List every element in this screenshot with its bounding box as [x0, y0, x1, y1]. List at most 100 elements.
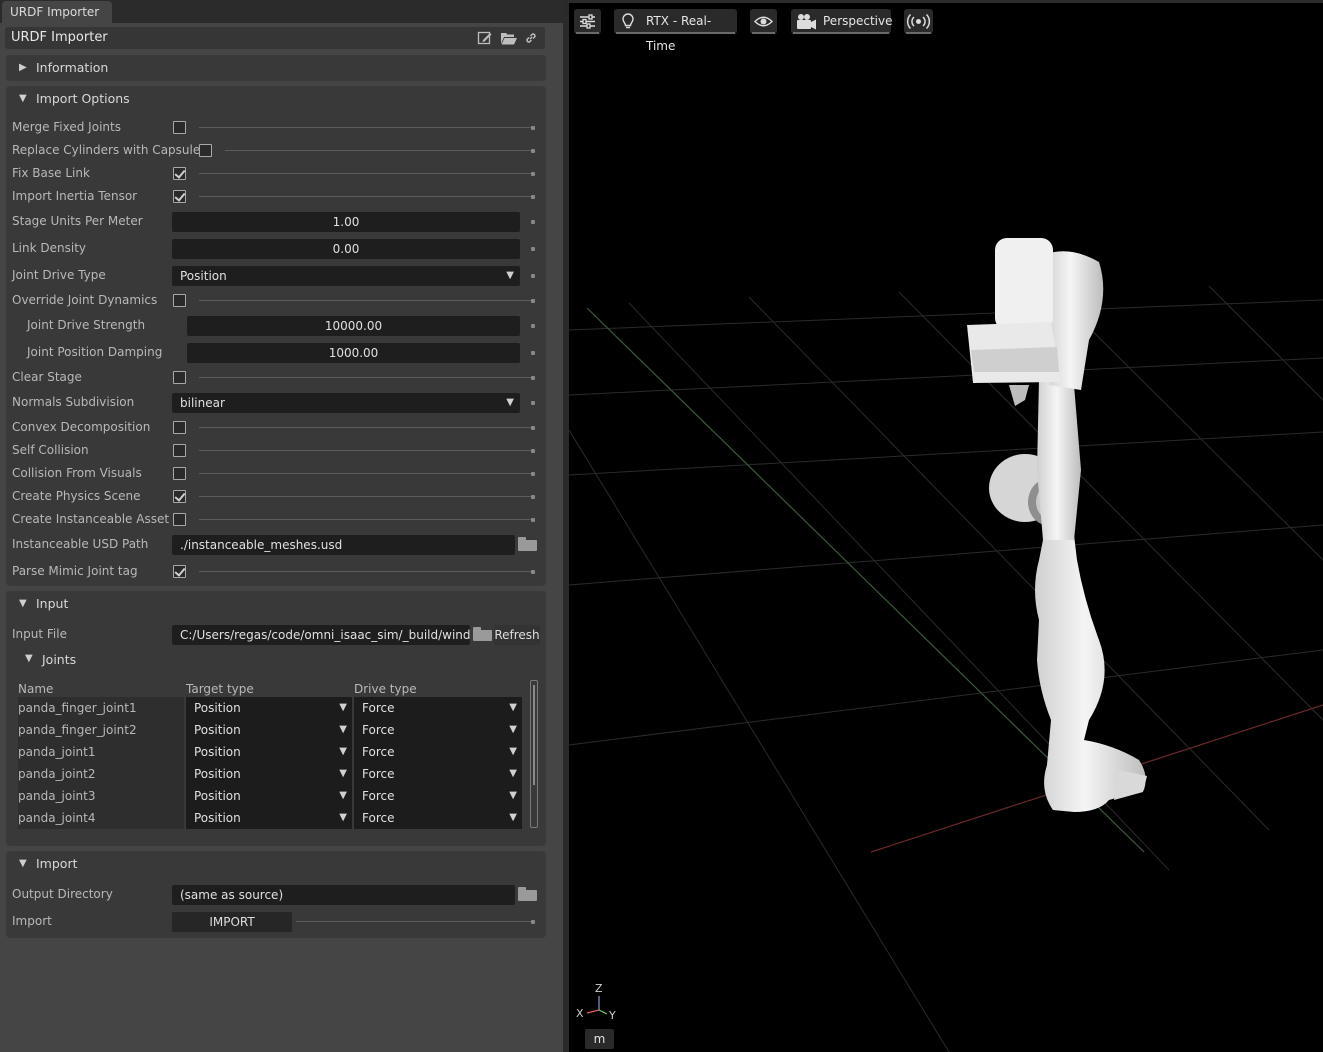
- reset-dot-icon[interactable]: [531, 126, 535, 130]
- reset-dot-icon[interactable]: [531, 149, 535, 153]
- folder-icon[interactable]: [473, 627, 492, 641]
- divider: [199, 427, 532, 428]
- reset-dot-icon[interactable]: [531, 324, 535, 328]
- import-inertia-checkbox[interactable]: [173, 190, 186, 203]
- target-type-dropdown[interactable]: Position ▼: [186, 719, 352, 741]
- create-instanceable-checkbox[interactable]: [173, 513, 186, 526]
- create-physics-scene-checkbox[interactable]: [173, 490, 186, 503]
- edit-icon[interactable]: [476, 29, 494, 47]
- divider: [225, 150, 532, 151]
- self-collision-label: Self Collision: [12, 443, 89, 457]
- target-type-dropdown[interactable]: Position ▼: [186, 763, 352, 785]
- target-type-value: Position: [194, 701, 241, 715]
- reset-dot-icon[interactable]: [531, 426, 535, 430]
- broadcast-icon: [906, 13, 931, 30]
- joints-scrollbar[interactable]: [530, 680, 538, 828]
- divider: [296, 921, 532, 922]
- 3d-viewport[interactable]: Z X Y RTX - Real-Time Perspective m: [569, 0, 1323, 1052]
- joints-subheader[interactable]: ▼ Joints: [6, 649, 546, 671]
- convex-decomposition-checkbox[interactable]: [173, 421, 186, 434]
- link-icon[interactable]: [522, 29, 540, 47]
- live-sync-button[interactable]: [904, 9, 933, 34]
- replace-cylinders-checkbox[interactable]: [199, 144, 212, 157]
- refresh-button[interactable]: Refresh: [494, 625, 540, 645]
- override-dynamics-checkbox[interactable]: [173, 294, 186, 307]
- self-collision-checkbox[interactable]: [173, 444, 186, 457]
- reset-dot-icon[interactable]: [531, 376, 535, 380]
- joint-drive-type-dropdown[interactable]: Position ▼: [172, 266, 520, 286]
- reset-dot-icon[interactable]: [531, 172, 535, 176]
- collision-from-visuals-checkbox[interactable]: [173, 467, 186, 480]
- camera-button[interactable]: Perspective: [791, 9, 893, 34]
- dropdown-arrow-icon: ▼: [339, 724, 347, 735]
- tab-bar: URDF Importer: [0, 0, 563, 23]
- divider: [199, 496, 532, 497]
- stage-units-row: Stage Units Per Meter 1.00: [6, 210, 546, 233]
- drive-type-dropdown[interactable]: Force ▼: [354, 719, 522, 741]
- information-header[interactable]: ▶ Information: [6, 55, 546, 81]
- reset-dot-icon[interactable]: [531, 220, 535, 224]
- drive-type-dropdown[interactable]: Force ▼: [354, 785, 522, 807]
- normals-subdivision-dropdown[interactable]: bilinear ▼: [172, 393, 520, 413]
- visibility-button[interactable]: [750, 9, 777, 34]
- reset-dot-icon[interactable]: [531, 570, 535, 574]
- drive-type-value: Force: [362, 767, 395, 781]
- button-underline: [793, 32, 889, 34]
- reset-dot-icon[interactable]: [531, 495, 535, 499]
- reset-dot-icon[interactable]: [531, 401, 535, 405]
- merge-fixed-joints-checkbox[interactable]: [173, 121, 186, 134]
- joints-label: Joints: [42, 652, 77, 667]
- create-instanceable-label: Create Instanceable Asset: [12, 512, 170, 526]
- input-file-field[interactable]: C:/Users/regas/code/omni_isaac_sim/_buil…: [172, 625, 470, 645]
- parse-mimic-row: Parse Mimic Joint tag: [6, 560, 546, 583]
- axis-label-x: X: [576, 1007, 584, 1020]
- folder-icon[interactable]: [518, 537, 537, 551]
- reset-dot-icon[interactable]: [531, 247, 535, 251]
- target-type-value: Position: [194, 811, 241, 825]
- reset-dot-icon[interactable]: [531, 518, 535, 522]
- import-options-header[interactable]: ▼ Import Options: [6, 86, 546, 112]
- reset-dot-icon[interactable]: [531, 299, 535, 303]
- drive-type-dropdown[interactable]: Force ▼: [354, 697, 522, 719]
- folder-icon[interactable]: [518, 887, 537, 901]
- dropdown-arrow-icon: ▼: [339, 768, 347, 779]
- reset-dot-icon[interactable]: [531, 351, 535, 355]
- reset-dot-icon[interactable]: [531, 920, 535, 924]
- drive-type-dropdown[interactable]: Force ▼: [354, 741, 522, 763]
- target-type-dropdown[interactable]: Position ▼: [186, 741, 352, 763]
- import-button[interactable]: IMPORT: [172, 912, 292, 932]
- renderer-button[interactable]: RTX - Real-Time: [614, 9, 737, 53]
- link-density-field[interactable]: 0.00: [172, 239, 520, 259]
- output-directory-field[interactable]: (same as source): [172, 885, 515, 905]
- joint-drive-type-value: Position: [180, 269, 227, 283]
- reset-dot-icon[interactable]: [531, 274, 535, 278]
- instanceable-path-field[interactable]: ./instanceable_meshes.usd: [172, 535, 515, 555]
- fix-base-link-checkbox[interactable]: [173, 167, 186, 180]
- drive-type-value: Force: [362, 701, 395, 715]
- target-type-dropdown[interactable]: Position ▼: [186, 785, 352, 807]
- folder-open-icon[interactable]: [500, 29, 518, 47]
- divider: [199, 519, 532, 520]
- position-damping-field[interactable]: 1000.00: [187, 343, 520, 363]
- expanded-triangle-icon: ▼: [19, 93, 27, 104]
- input-header[interactable]: ▼ Input: [6, 591, 546, 617]
- target-type-dropdown[interactable]: Position ▼: [186, 697, 352, 719]
- reset-dot-icon[interactable]: [531, 195, 535, 199]
- dropdown-arrow-icon: ▼: [506, 397, 514, 408]
- reset-dot-icon[interactable]: [531, 472, 535, 476]
- parse-mimic-checkbox[interactable]: [173, 565, 186, 578]
- stage-units-field[interactable]: 1.00: [172, 212, 520, 232]
- drive-type-dropdown[interactable]: Force ▼: [354, 763, 522, 785]
- tab-urdf-importer[interactable]: URDF Importer: [2, 1, 112, 23]
- import-header[interactable]: ▼ Import: [6, 851, 546, 877]
- drive-strength-field[interactable]: 10000.00: [187, 316, 520, 336]
- position-damping-row: Joint Position Damping 1000.00: [6, 341, 546, 364]
- drive-type-dropdown[interactable]: Force ▼: [354, 807, 522, 829]
- target-type-dropdown[interactable]: Position ▼: [186, 807, 352, 829]
- stage-units-label: Stage Units Per Meter: [12, 214, 143, 228]
- reset-dot-icon[interactable]: [531, 449, 535, 453]
- clear-stage-label: Clear Stage: [12, 370, 82, 384]
- axis-label-y: Y: [609, 1009, 616, 1022]
- clear-stage-checkbox[interactable]: [173, 371, 186, 384]
- viewport-settings-button[interactable]: [574, 9, 601, 34]
